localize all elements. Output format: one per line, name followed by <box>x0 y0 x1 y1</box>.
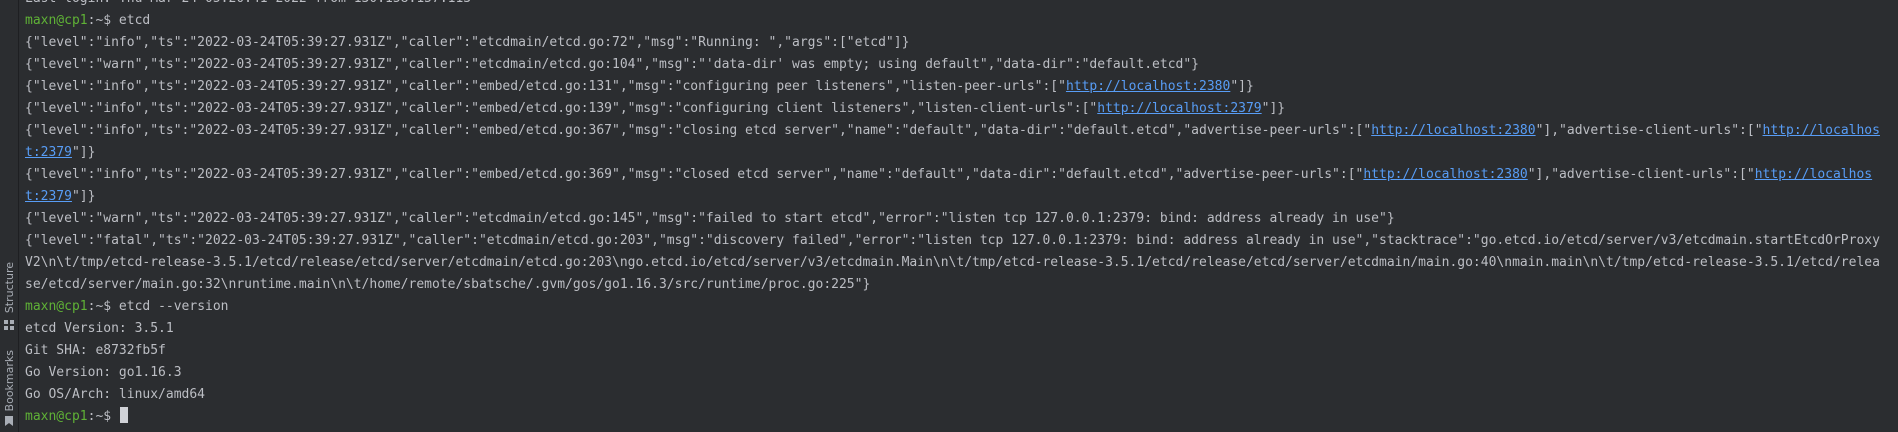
terminal-line: Go Version: go1.16.3 <box>25 362 1887 384</box>
tab-structure[interactable]: Structure <box>0 262 18 342</box>
terminal-text: {"level":"warn","ts":"2022-03-24T05:39:2… <box>25 57 1199 72</box>
prompt-user-host: maxn@cp1 <box>25 409 88 424</box>
terminal-text: "],"advertise-client-urls":[" <box>1535 123 1763 138</box>
terminal-line: maxn@cp1:~$ etcd <box>25 10 1887 32</box>
terminal-line: {"level":"warn","ts":"2022-03-24T05:39:2… <box>25 208 1887 230</box>
terminal-text: "]} <box>71 145 96 160</box>
terminal-line: Last login: Thu Mar 24 05:20:41 2022 fro… <box>25 0 1887 10</box>
terminal-text: {"level":"info","ts":"2022-03-24T05:39:2… <box>25 123 1372 138</box>
tab-bookmarks[interactable]: Bookmarks <box>0 350 18 430</box>
terminal-text: {"level":"info","ts":"2022-03-24T05:39:2… <box>25 167 1364 182</box>
terminal-text: Last login: Thu Mar 24 05:20:41 2022 fro… <box>25 0 471 6</box>
terminal-line: Go OS/Arch: linux/amd64 <box>25 384 1887 406</box>
tab-structure-label: Structure <box>3 262 16 314</box>
terminal-text: "]} <box>71 189 96 204</box>
terminal-text: "]} <box>1261 101 1286 116</box>
terminal-window[interactable]: Structure Bookmarks Last login: Thu Mar … <box>0 0 1898 432</box>
terminal-text: Go Version: go1.16.3 <box>25 365 182 380</box>
side-tool-strip: Structure Bookmarks <box>0 0 19 432</box>
terminal-line: {"level":"info","ts":"2022-03-24T05:39:2… <box>25 98 1887 120</box>
prompt-user-host: maxn@cp1 <box>25 299 88 314</box>
terminal-text: "]} <box>1230 79 1254 94</box>
terminal-line: Git SHA: e8732fb5f <box>25 340 1887 362</box>
prompt-user-host: maxn@cp1 <box>25 13 88 28</box>
terminal-line: etcd Version: 3.5.1 <box>25 318 1887 340</box>
terminal-text: :~$ etcd <box>87 13 151 28</box>
terminal-text: {"level":"fatal","ts":"2022-03-24T05:39:… <box>25 233 1880 292</box>
terminal-text: Git SHA: e8732fb5f <box>25 343 166 358</box>
terminal-line: maxn@cp1:~$ <box>25 406 1887 428</box>
terminal-line: {"level":"info","ts":"2022-03-24T05:39:2… <box>25 32 1887 54</box>
terminal-line: {"level":"info","ts":"2022-03-24T05:39:2… <box>25 164 1887 208</box>
terminal-text: etcd Version: 3.5.1 <box>25 321 174 336</box>
terminal-text: :~$ <box>87 409 119 424</box>
tab-bookmarks-label: Bookmarks <box>3 350 16 412</box>
terminal-text: {"level":"info","ts":"2022-03-24T05:39:2… <box>25 101 1098 116</box>
structure-icon <box>4 320 14 330</box>
url-link[interactable]: http://localhost:2380 <box>1066 79 1230 94</box>
bookmark-icon <box>5 416 13 426</box>
terminal-text: Go OS/Arch: linux/amd64 <box>25 387 206 402</box>
terminal-text: {"level":"warn","ts":"2022-03-24T05:39:2… <box>25 211 1395 226</box>
terminal-text: "],"advertise-client-urls":[" <box>1527 167 1755 182</box>
url-link[interactable]: http://localhost:2380 <box>1371 123 1535 138</box>
terminal-text: {"level":"info","ts":"2022-03-24T05:39:2… <box>25 79 1066 94</box>
terminal-line: {"level":"warn","ts":"2022-03-24T05:39:2… <box>25 54 1887 76</box>
terminal-line: {"level":"info","ts":"2022-03-24T05:39:2… <box>25 76 1887 98</box>
url-link[interactable]: http://localhost:2379 <box>1097 101 1261 116</box>
terminal-text: :~$ etcd --version <box>87 299 229 314</box>
terminal-line: {"level":"fatal","ts":"2022-03-24T05:39:… <box>25 230 1887 296</box>
terminal-cursor <box>119 407 128 423</box>
terminal-line: maxn@cp1:~$ etcd --version <box>25 296 1887 318</box>
terminal-output: Last login: Thu Mar 24 05:20:41 2022 fro… <box>25 0 1898 428</box>
url-link[interactable]: http://localhost:2380 <box>1363 167 1527 182</box>
terminal-line: {"level":"info","ts":"2022-03-24T05:39:2… <box>25 120 1887 164</box>
terminal-text: {"level":"info","ts":"2022-03-24T05:39:2… <box>25 35 910 50</box>
